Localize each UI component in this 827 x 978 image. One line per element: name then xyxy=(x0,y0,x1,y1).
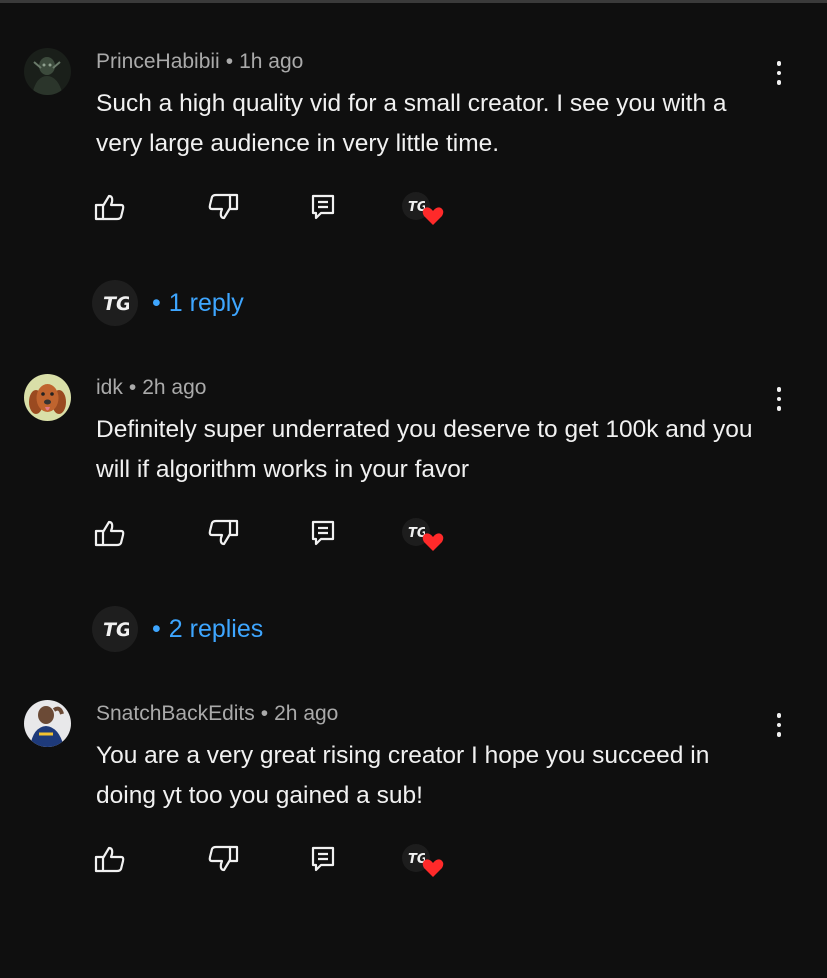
replies-count: 2 replies xyxy=(168,614,264,643)
comment-author[interactable]: PrinceHabibii xyxy=(96,50,220,73)
replies-count: 1 reply xyxy=(168,288,244,317)
thumb-down-icon xyxy=(208,845,239,872)
like-button[interactable] xyxy=(93,516,127,550)
view-replies-button[interactable]: TG • 1 reply xyxy=(92,280,244,326)
creator-avatar: TG xyxy=(92,606,138,652)
comment-time[interactable]: 2h ago xyxy=(274,702,338,725)
thumb-up-icon xyxy=(94,194,125,221)
creator-heart-icon: TG xyxy=(402,516,444,556)
reply-icon xyxy=(311,520,335,546)
creator-logo-text: TG xyxy=(103,293,129,314)
comment-item: PrinceHabibii • 1h ago Such a high quality… xyxy=(0,0,827,326)
meta-separator: • xyxy=(128,376,137,399)
comment-time[interactable]: 1h ago xyxy=(239,50,303,73)
avatar[interactable] xyxy=(24,48,71,95)
reply-button[interactable] xyxy=(306,516,340,550)
comment-text: Definitely super underrated you deserve … xyxy=(96,416,753,483)
reply-button[interactable] xyxy=(306,842,340,876)
avatar[interactable] xyxy=(24,374,71,421)
thumb-up-icon xyxy=(94,520,125,547)
more-vert-icon[interactable] xyxy=(764,55,794,91)
more-vert-icon[interactable] xyxy=(764,381,794,417)
creator-logo-text: TG xyxy=(103,619,129,640)
meta-separator: • xyxy=(225,50,234,73)
creator-heart-icon: TG xyxy=(402,190,444,230)
meta-separator: • xyxy=(260,702,269,725)
comment-item: idk • 2h ago Definitely super underrated y… xyxy=(0,326,827,652)
comment-meta: PrinceHabibii • 1h ago xyxy=(96,50,303,74)
reply-separator: • xyxy=(152,288,161,317)
comment-text: Such a high quality vid for a small crea… xyxy=(96,90,727,157)
comment-meta: SnatchBackEdits • 2h ago xyxy=(96,702,338,726)
dislike-button[interactable] xyxy=(206,516,240,550)
reply-icon xyxy=(311,194,335,220)
comment-time[interactable]: 2h ago xyxy=(142,376,206,399)
reply-separator: • xyxy=(152,614,161,643)
comment-meta: idk • 2h ago xyxy=(96,376,206,400)
creator-avatar: TG xyxy=(92,280,138,326)
dislike-button[interactable] xyxy=(206,190,240,224)
reply-button[interactable] xyxy=(306,190,340,224)
thumb-up-icon xyxy=(94,846,125,873)
thumb-down-icon xyxy=(208,193,239,220)
reply-icon xyxy=(311,846,335,872)
creator-heart-icon: TG xyxy=(402,842,444,882)
avatar[interactable] xyxy=(24,700,71,747)
comment-author[interactable]: SnatchBackEdits xyxy=(96,702,255,725)
more-vert-icon[interactable] xyxy=(764,707,794,743)
like-button[interactable] xyxy=(93,842,127,876)
like-button[interactable] xyxy=(93,190,127,224)
thumb-down-icon xyxy=(208,519,239,546)
view-replies-button[interactable]: TG • 2 replies xyxy=(92,606,263,652)
dislike-button[interactable] xyxy=(206,842,240,876)
comment-item: SnatchBackEdits • 2h ago You are a very gr… xyxy=(0,652,827,978)
comment-text: You are a very great rising creator I ho… xyxy=(96,742,710,809)
comment-author[interactable]: idk xyxy=(96,376,123,399)
